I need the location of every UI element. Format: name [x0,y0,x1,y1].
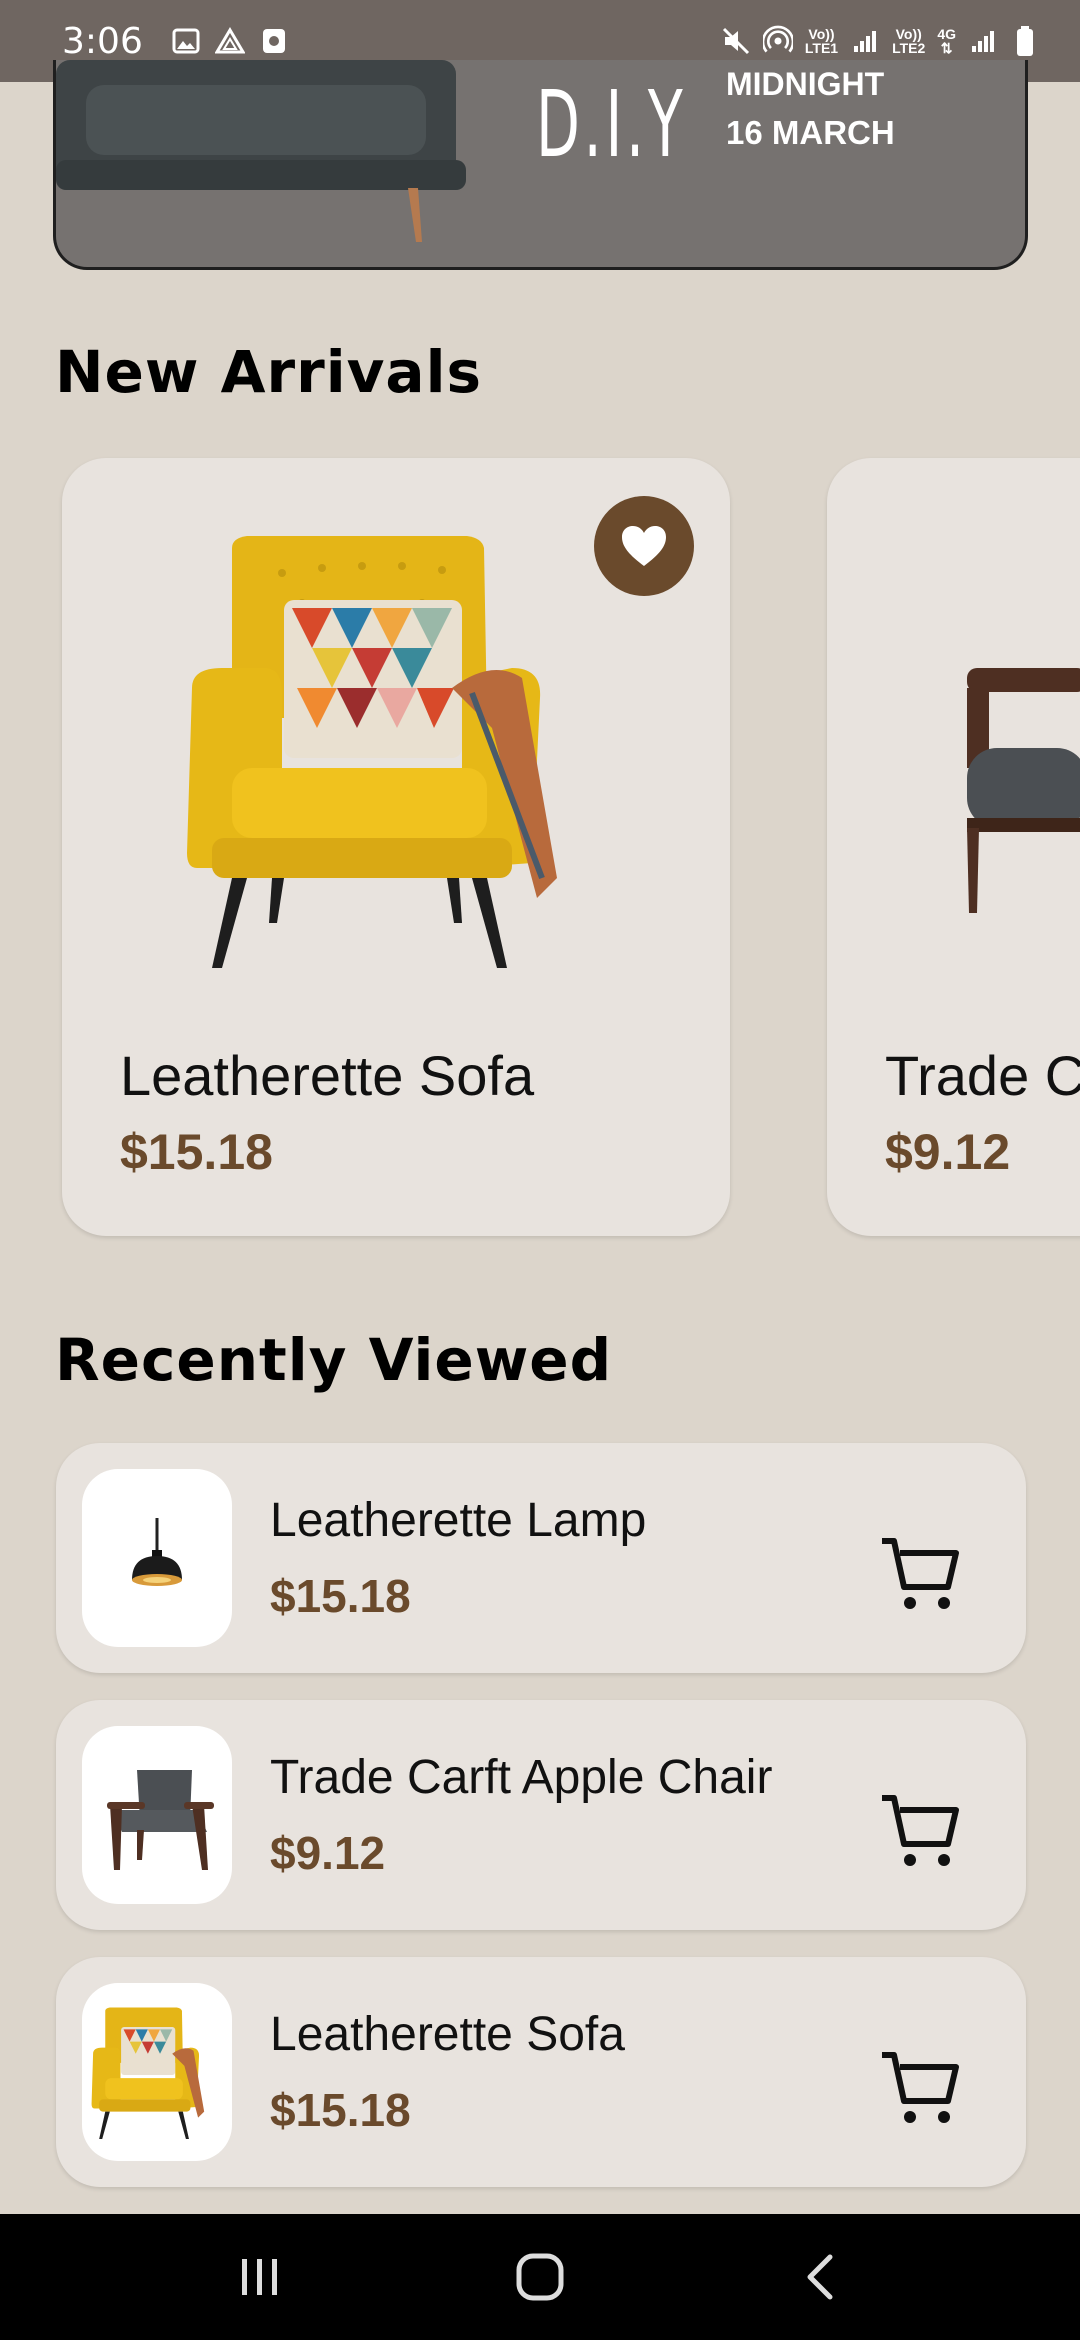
product-price: $15.18 [270,1570,411,1622]
signal-icon-2 [968,26,998,56]
cart-icon[interactable] [878,2045,962,2129]
wooden-chair-image [967,668,1080,913]
sofa-image [56,60,466,242]
signal-icon-1 [850,26,880,56]
mute-icon [721,26,751,56]
sim1-label: Vo)) LTE1 [804,26,839,56]
status-time: 3:06 [62,20,143,62]
yellow-armchair-image [187,536,557,968]
back-icon [807,2254,833,2300]
product-card[interactable]: Trade Carft Apple Chair $9.12 [827,458,1080,1236]
home-icon [516,2253,564,2301]
list-item[interactable]: Leatherette Lamp $15.18 [56,1443,1026,1673]
network-type: 4G ⇅ [937,26,956,56]
new-arrivals-title: New Arrivals [55,338,482,406]
product-price: $9.12 [270,1827,386,1879]
promo-banner[interactable]: D.I.Y MIDNIGHT 16 MARCH [53,60,1028,270]
product-price: $15.18 [270,2084,411,2136]
product-thumbnail [82,1469,232,1647]
recently-viewed-title: Recently Viewed [55,1326,613,1394]
recent-apps-icon [242,2259,277,2295]
product-card[interactable]: Leatherette Sofa $15.18 [62,458,730,1236]
system-status-icons: Vo)) LTE1 Vo)) LTE2 4G ⇅ [721,25,1040,56]
pendant-lamp-image [132,1518,182,1586]
product-name: Leatherette Sofa [270,2008,625,2061]
banner-brand: D.I.Y [536,71,687,178]
cart-icon[interactable] [878,1788,962,1872]
product-name: Trade Carft Apple Chair [885,1044,1080,1107]
product-name: Leatherette Lamp [270,1494,647,1547]
sim2-label: Vo)) LTE2 [892,26,926,56]
navigation-bar [0,2214,1080,2340]
product-price: $15.18 [120,1124,273,1180]
banner-line2: 16 MARCH [726,114,895,151]
recent-apps-button[interactable] [230,2247,290,2307]
product-name: Leatherette Sofa [120,1044,535,1107]
cart-icon[interactable] [878,1531,962,1615]
screen-record-icon [259,26,289,56]
yellow-armchair-image [91,2007,205,2139]
notification-icons [171,26,289,56]
list-item[interactable]: Leatherette Sofa $15.18 [56,1957,1026,2187]
banner-line1: MIDNIGHT [726,66,885,102]
product-name: Trade Carft Apple Chair [270,1751,773,1804]
hotspot-icon [762,25,793,56]
battery-icon [1010,26,1040,56]
app-screen: 3:06 Vo)) LTE1 Vo)) LTE2 4G ⇅ D.I.Y MIDN… [0,0,1080,2340]
list-item[interactable]: Trade Carft Apple Chair $9.12 [56,1700,1026,1930]
home-button[interactable] [510,2247,570,2307]
gallery-icon [171,26,201,56]
drive-icon [214,26,245,56]
product-price: $9.12 [885,1124,1011,1180]
product-thumbnail [82,1726,232,1904]
product-thumbnail [82,1983,232,2161]
wooden-chair-image [107,1770,214,1870]
back-button[interactable] [790,2247,850,2307]
